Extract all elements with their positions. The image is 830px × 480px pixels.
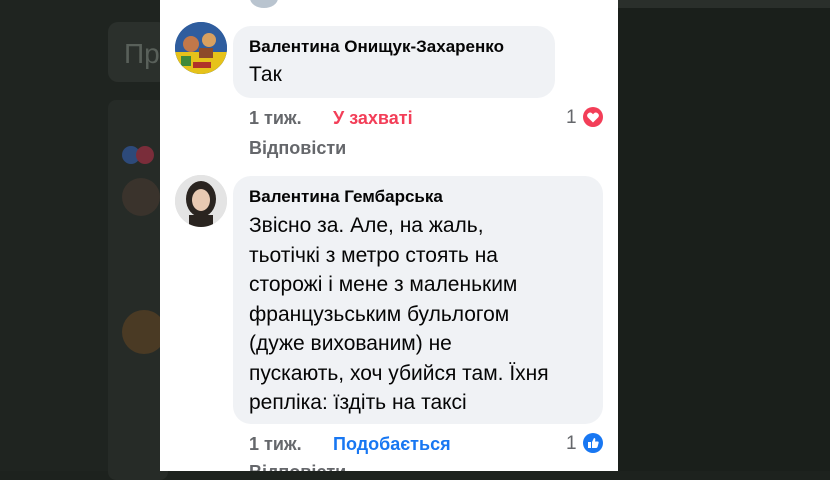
comment-text-line: сторожі і мене з маленьким (249, 273, 518, 296)
background-avatar (122, 178, 160, 216)
reaction-label[interactable]: У захваті (333, 108, 413, 129)
comment-timestamp[interactable]: 1 тиж. (249, 108, 302, 129)
comments-panel: Валентина Онищук-Захаренко Так 1 тиж. У … (160, 0, 618, 471)
background-right (618, 0, 830, 471)
background-reactions (122, 146, 158, 164)
background-right-bar (618, 0, 830, 8)
comment-author[interactable]: Валентина Онищук-Захаренко (249, 37, 504, 57)
heart-icon[interactable] (583, 107, 603, 127)
comment-text: Так (249, 63, 282, 86)
avatar-image (175, 22, 227, 74)
comment-text-line: репліка: їздіть на таксі (249, 391, 467, 414)
comment-text: Звісно за. Але, на жаль, тьотічкі з метр… (249, 211, 599, 418)
reply-link[interactable]: Відповісти (249, 462, 346, 471)
reaction-count[interactable]: 1 (566, 107, 577, 129)
thumbs-up-icon[interactable] (583, 433, 603, 453)
comment-text-line: Звісно за. Але, на жаль, (249, 214, 484, 237)
reaction-label[interactable]: Подобається (333, 434, 451, 455)
reaction-count[interactable]: 1 (566, 433, 577, 455)
comment-timestamp[interactable]: 1 тиж. (249, 434, 302, 455)
avatar-image (175, 175, 227, 227)
comment-text-line: (дуже вихованим) не (249, 332, 452, 355)
comment-text-line: французьським бульлогом (249, 302, 510, 326)
avatar[interactable] (175, 175, 227, 227)
background-title: Пр (124, 38, 160, 69)
avatar[interactable] (175, 22, 227, 74)
comment-text-line: пускають, хоч убийся там. Їхня (249, 361, 549, 385)
comment-text-line: тьотічкі з метро стоять на (249, 243, 498, 267)
comment-author[interactable]: Валентина Гембарська (249, 187, 443, 207)
avatar (250, 0, 278, 8)
reply-link[interactable]: Відповісти (249, 138, 346, 159)
